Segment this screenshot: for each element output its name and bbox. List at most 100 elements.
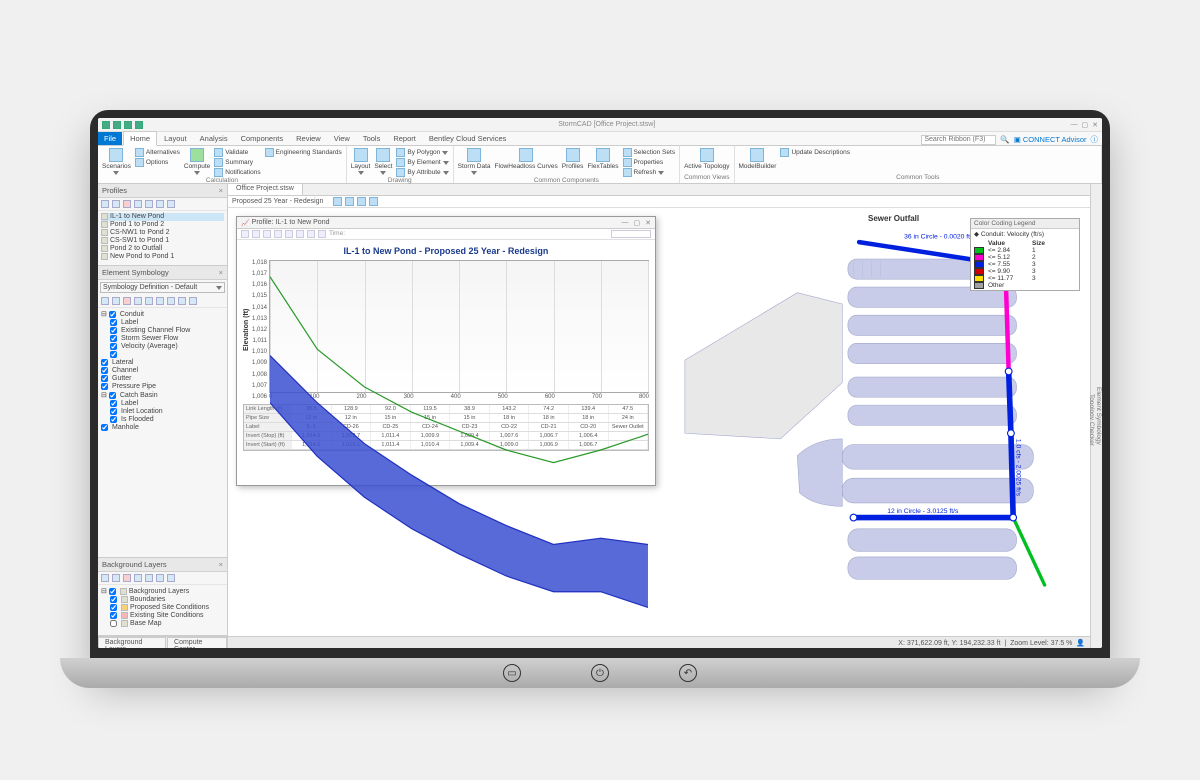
profiles-ribbon-button[interactable]: Profiles — [562, 148, 584, 170]
maximize-button[interactable]: ▢ — [1082, 121, 1089, 129]
profile-item[interactable]: Pond 1 to Pond 2 — [101, 221, 224, 229]
rotate-view-icon[interactable] — [369, 197, 378, 206]
minimize-button[interactable]: — — [1071, 121, 1078, 129]
bglayer-item[interactable]: Existing Site Conditions — [101, 612, 224, 620]
notifications-button[interactable]: Notifications — [214, 168, 260, 177]
bglayers-toolbar[interactable] — [98, 572, 227, 585]
eng-standards-button[interactable]: Engineering Standards — [265, 148, 342, 157]
by-element-button[interactable]: By Element — [396, 158, 448, 167]
ribbon-search-input[interactable] — [921, 135, 996, 145]
close-button[interactable]: ✕ — [1092, 121, 1098, 129]
options-button[interactable]: Options — [135, 158, 180, 167]
connect-advisor-button[interactable]: ▣ CONNECT Advisor — [1014, 135, 1087, 144]
tab-bentley-cloud[interactable]: Bentley Cloud Services — [423, 132, 513, 145]
properties-button[interactable]: Properties — [623, 158, 676, 167]
tab-view[interactable]: View — [328, 132, 356, 145]
tab-analysis[interactable]: Analysis — [194, 132, 234, 145]
symbology-tree[interactable]: ⊟ Conduit Label Existing Channel Flow St… — [98, 308, 227, 557]
profile-window-titlebar[interactable]: 📈 Profile: IL-1 to New Pond —▢✕ — [237, 217, 655, 229]
tab-review[interactable]: Review — [290, 132, 327, 145]
refresh-button[interactable]: Refresh — [623, 168, 676, 177]
profile-item[interactable]: New Pond to Pond 1 — [101, 253, 224, 261]
scenarios-button[interactable]: Scenarios — [102, 148, 131, 175]
tree-node[interactable] — [101, 351, 224, 359]
tree-node[interactable]: ⊟ Conduit — [101, 310, 224, 319]
redo-icon[interactable] — [135, 121, 143, 129]
tree-node[interactable]: ⊟ Catch Basin — [101, 391, 224, 400]
drawing-canvas[interactable]: 📈 Profile: IL-1 to New Pond —▢✕ Time: IL… — [228, 208, 1090, 636]
tab-file[interactable]: File — [98, 132, 122, 145]
win-min-icon[interactable]: — — [622, 219, 629, 227]
tab-layout[interactable]: Layout — [158, 132, 193, 145]
bglayer-item[interactable]: ⊟ Background Layers — [101, 587, 224, 596]
sign-in-icon[interactable]: 👤 — [1076, 640, 1085, 647]
plan-view[interactable]: Sewer Outfall — [668, 214, 1084, 630]
active-topology-button[interactable]: Active Topology — [684, 148, 729, 170]
win-max-icon[interactable]: ▢ — [634, 219, 641, 227]
tree-node[interactable]: Velocity (Average) — [101, 343, 224, 351]
tree-node[interactable]: Label — [101, 400, 224, 408]
panel-close-icon[interactable]: × — [219, 560, 223, 569]
tree-node[interactable]: Pressure Pipe — [101, 383, 224, 391]
tab-compute-center[interactable]: Compute Center — [167, 637, 227, 648]
tree-node[interactable]: Label — [101, 319, 224, 327]
undo-icon[interactable] — [124, 121, 132, 129]
alternatives-button[interactable]: Alternatives — [135, 148, 180, 157]
tree-node[interactable]: Existing Channel Flow — [101, 327, 224, 335]
profile-item[interactable]: Pond 2 to Outfall — [101, 245, 224, 253]
selection-sets-button[interactable]: Selection Sets — [623, 148, 676, 157]
select-button[interactable]: Select — [374, 148, 392, 175]
profile-window-toolbar[interactable]: Time: — [237, 229, 655, 240]
bglayer-item[interactable]: Base Map — [101, 620, 224, 628]
pan-tool-icon[interactable] — [345, 197, 354, 206]
search-go-icon[interactable]: 🔍 — [1000, 135, 1009, 144]
tab-tools[interactable]: Tools — [357, 132, 387, 145]
help-icon[interactable]: ⓘ — [1091, 134, 1099, 145]
tree-node[interactable]: Channel — [101, 367, 224, 375]
tab-bglayers[interactable]: Background Layers — [98, 637, 166, 648]
profile-item[interactable]: CS-NW1 to Pond 2 — [101, 229, 224, 237]
bglayers-list[interactable]: ⊟ Background Layers Boundaries Proposed … — [98, 585, 227, 630]
flowheadloss-button[interactable]: FlowHeadloss Curves — [495, 148, 558, 170]
summary-button[interactable]: Summary — [214, 158, 260, 167]
tree-node[interactable]: Lateral — [101, 359, 224, 367]
by-polygon-button[interactable]: By Polygon — [396, 148, 448, 157]
fit-view-icon[interactable] — [357, 197, 366, 206]
zoom-tool-icon[interactable] — [333, 197, 342, 206]
document-tab[interactable]: Office Project.stsw — [228, 184, 303, 195]
update-descriptions-button[interactable]: Update Descriptions — [780, 148, 850, 157]
profile-item[interactable]: IL-1 to New Pond — [101, 213, 224, 221]
win-close-icon[interactable]: ✕ — [645, 219, 651, 227]
storm-data-button[interactable]: Storm Data — [458, 148, 491, 175]
bglayers-panel-header[interactable]: Background Layers× — [98, 558, 227, 572]
profile-item[interactable]: CS-SW1 to Pond 1 — [101, 237, 224, 245]
right-tab-symbology[interactable]: Element Symbology — [1095, 188, 1102, 644]
tab-report[interactable]: Report — [387, 132, 422, 145]
bglayer-item[interactable]: Boundaries — [101, 596, 224, 604]
panel-close-icon[interactable]: × — [219, 186, 223, 195]
profiles-toolbar[interactable] — [98, 198, 227, 211]
profile-window[interactable]: 📈 Profile: IL-1 to New Pond —▢✕ Time: IL… — [236, 216, 656, 486]
quick-access-toolbar[interactable] — [102, 121, 143, 129]
color-coding-legend[interactable]: Color Coding Legend ◆ Conduit: Velocity … — [970, 218, 1080, 291]
modelbuilder-button[interactable]: ModelBuilder — [739, 148, 777, 170]
flextables-button[interactable]: FlexTables — [587, 148, 618, 170]
layout-button[interactable]: Layout — [351, 148, 371, 175]
tree-node[interactable]: Manhole — [101, 424, 224, 432]
profiles-panel-header[interactable]: Profiles× — [98, 184, 227, 198]
right-dock[interactable]: Element Symbology Topology Checker — [1090, 184, 1102, 648]
validate-button[interactable]: Validate — [214, 148, 260, 157]
compute-button[interactable]: Compute — [184, 148, 210, 175]
symbology-toolbar[interactable] — [98, 295, 227, 308]
tree-node[interactable]: Storm Sewer Flow — [101, 335, 224, 343]
symbology-panel-header[interactable]: Element Symbology× — [98, 266, 227, 280]
by-attribute-button[interactable]: By Attribute — [396, 168, 448, 177]
tree-node[interactable]: Is Flooded — [101, 416, 224, 424]
profiles-list[interactable]: IL-1 to New PondPond 1 to Pond 2CS-NW1 t… — [98, 211, 227, 263]
symbology-definition-dropdown[interactable]: Symbology Definition - Default — [100, 282, 225, 293]
tree-node[interactable]: Gutter — [101, 375, 224, 383]
tab-components[interactable]: Components — [235, 132, 290, 145]
panel-close-icon[interactable]: × — [219, 268, 223, 277]
tab-home[interactable]: Home — [123, 131, 157, 146]
save-icon[interactable] — [113, 121, 121, 129]
